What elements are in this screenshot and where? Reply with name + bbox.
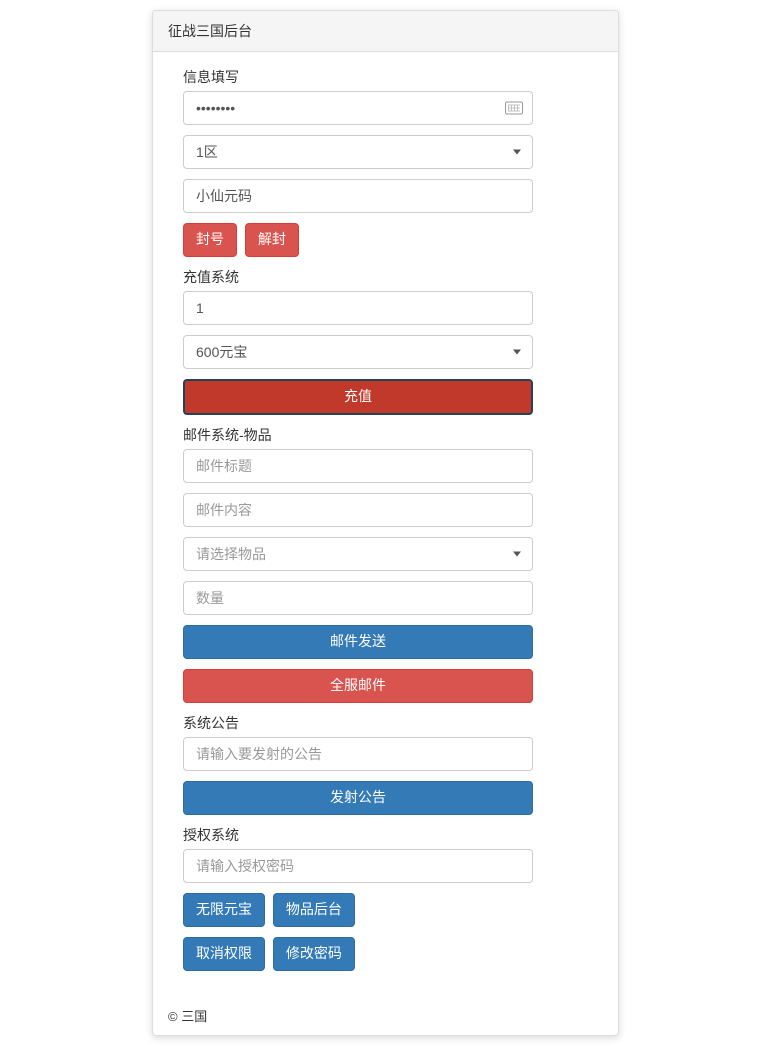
mail-global-button[interactable]: 全服邮件	[183, 669, 533, 703]
mail-quantity-input[interactable]	[183, 581, 533, 615]
ban-button-row: 封号 解封	[183, 223, 588, 257]
change-password-button[interactable]: 修改密码	[273, 937, 355, 971]
unban-button[interactable]: 解封	[245, 223, 299, 257]
footer: © 三国	[153, 996, 618, 1035]
mail-send-button[interactable]: 邮件发送	[183, 625, 533, 659]
admin-panel: 征战三国后台 信息填写 封号 解封 充值系统 充值 邮件系统-物品	[152, 10, 619, 1036]
mail-content-input[interactable]	[183, 493, 533, 527]
footer-text: © 三国	[168, 1009, 207, 1024]
district-select[interactable]	[183, 135, 533, 169]
code-input[interactable]	[183, 179, 533, 213]
panel-header: 征战三国后台	[153, 11, 618, 52]
mail-item-wrap[interactable]	[183, 537, 533, 571]
mail-title-input[interactable]	[183, 449, 533, 483]
page-title: 征战三国后台	[168, 23, 252, 39]
mail-section-label: 邮件系统-物品	[183, 425, 588, 445]
auth-password-input[interactable]	[183, 849, 533, 883]
panel-body: 信息填写 封号 解封 充值系统 充值 邮件系统-物品 邮件	[153, 52, 618, 996]
recharge-button[interactable]: 充值	[183, 379, 533, 415]
info-section-label: 信息填写	[183, 67, 588, 87]
recharge-amount-input[interactable]	[183, 291, 533, 325]
password-input[interactable]	[183, 91, 533, 125]
ban-button[interactable]: 封号	[183, 223, 237, 257]
keyboard-icon[interactable]	[505, 102, 523, 115]
recharge-option-wrap[interactable]	[183, 335, 533, 369]
revoke-permission-button[interactable]: 取消权限	[183, 937, 265, 971]
announce-section-label: 系统公告	[183, 713, 588, 733]
district-select-wrap[interactable]	[183, 135, 533, 169]
auth-section-label: 授权系统	[183, 825, 588, 845]
items-backend-button[interactable]: 物品后台	[273, 893, 355, 927]
announce-button[interactable]: 发射公告	[183, 781, 533, 815]
auth-button-row-2: 取消权限 修改密码	[183, 937, 588, 971]
recharge-option-select[interactable]	[183, 335, 533, 369]
recharge-section-label: 充值系统	[183, 267, 588, 287]
password-wrap	[183, 91, 533, 125]
auth-button-row-1: 无限元宝 物品后台	[183, 893, 588, 927]
announce-input[interactable]	[183, 737, 533, 771]
unlimited-gold-button[interactable]: 无限元宝	[183, 893, 265, 927]
mail-item-select[interactable]	[183, 537, 533, 571]
